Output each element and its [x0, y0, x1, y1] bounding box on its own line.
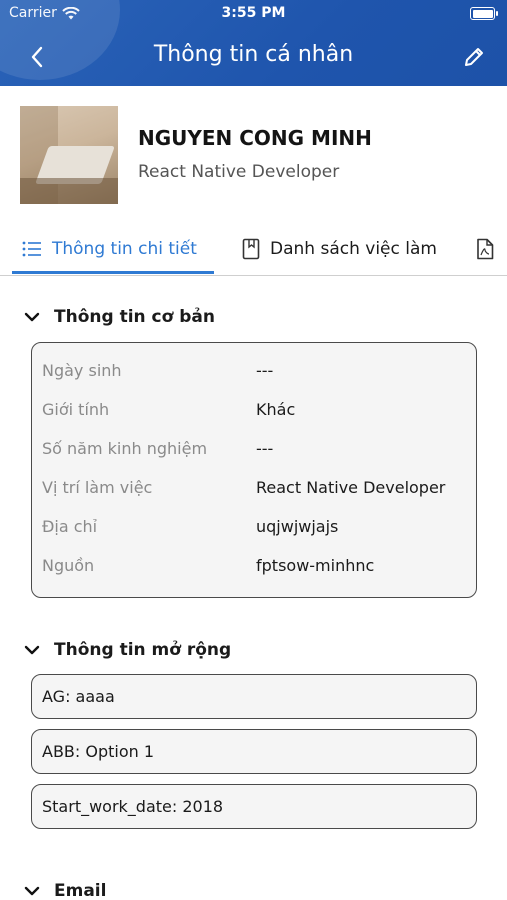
battery-icon	[470, 7, 498, 20]
profile-role: React Native Developer	[138, 162, 340, 182]
section-email-header[interactable]: Email	[24, 881, 106, 900]
section-extended-info-header[interactable]: Thông tin mở rộng	[24, 640, 231, 660]
list-icon	[22, 241, 41, 257]
info-label: Số năm kinh nghiệm	[42, 439, 208, 458]
extended-field-ag: AG: aaaa	[31, 674, 477, 719]
page-title: Thông tin cá nhân	[153, 42, 354, 67]
profile-tabs: Thông tin chi tiết Danh sách việc làm	[0, 222, 507, 276]
info-value: ---	[256, 439, 274, 458]
section-basic-info-header[interactable]: Thông tin cơ bản	[24, 307, 215, 327]
basic-info-card: Ngày sinh --- Giới tính Khác Số năm kinh…	[31, 342, 477, 598]
chevron-down-icon	[24, 886, 40, 896]
chevron-down-icon	[24, 645, 40, 655]
info-label: Nguồn	[42, 556, 95, 575]
tab-cv-pdf[interactable]	[476, 234, 494, 264]
app-header: Carrier 3:55 PM Thông tin cá nhân	[0, 0, 507, 86]
status-bar: Carrier 3:55 PM	[0, 4, 507, 24]
tab-label: Danh sách việc làm	[270, 239, 437, 259]
tab-detail-info[interactable]: Thông tin chi tiết	[22, 234, 197, 264]
profile-summary: NGUYEN CONG MINH React Native Developer	[20, 106, 490, 204]
extended-field-start-work-date: Start_work_date: 2018	[31, 784, 477, 829]
status-time: 3:55 PM	[221, 5, 286, 21]
section-title: Email	[54, 881, 107, 900]
info-value: uqjwjwjajs	[256, 517, 339, 536]
extended-field-abb: ABB: Option 1	[31, 729, 477, 774]
info-value: Khác	[256, 400, 296, 419]
info-label: Giới tính	[42, 400, 110, 419]
active-tab-indicator	[12, 271, 214, 274]
tab-label: Thông tin chi tiết	[52, 239, 197, 259]
chevron-down-icon	[24, 312, 40, 322]
pencil-icon	[465, 48, 483, 66]
info-label: Địa chỉ	[42, 517, 98, 536]
section-title: Thông tin mở rộng	[54, 640, 232, 660]
info-label: Vị trí làm việc	[42, 478, 153, 497]
info-label: Ngày sinh	[42, 361, 122, 380]
tab-job-list[interactable]: Danh sách việc làm	[242, 234, 437, 264]
edit-button[interactable]	[459, 42, 489, 72]
section-title: Thông tin cơ bản	[54, 307, 215, 327]
info-value: ---	[256, 361, 274, 380]
bookmark-icon	[242, 238, 260, 260]
profile-name: NGUYEN CONG MINH	[138, 126, 372, 150]
info-value: React Native Developer	[256, 478, 446, 497]
avatar[interactable]	[20, 106, 118, 204]
info-value: fptsow-minhnc	[256, 556, 375, 575]
pdf-icon	[477, 238, 494, 260]
